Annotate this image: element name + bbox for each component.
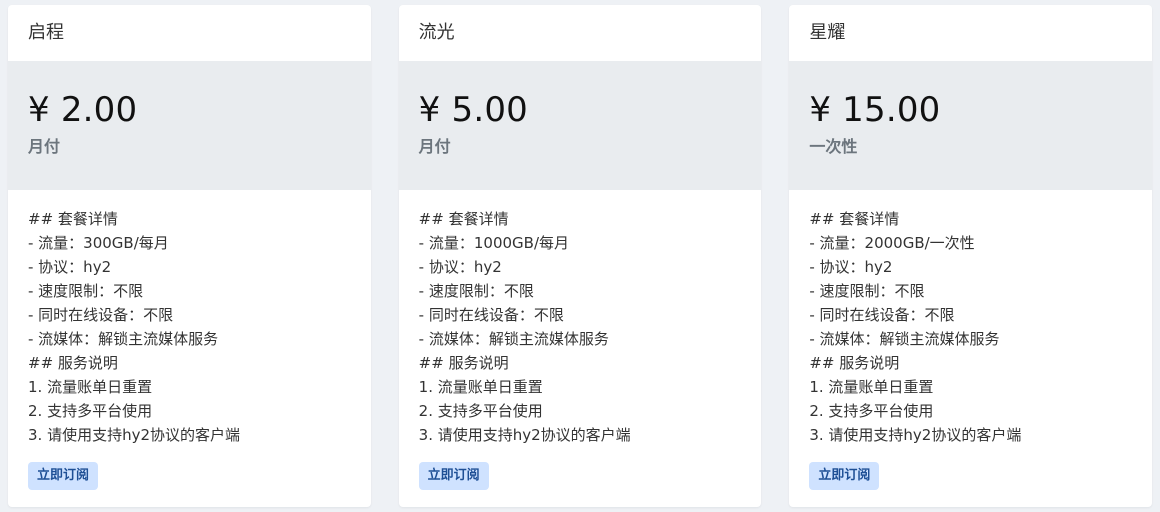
plan-price: ¥ 15.00	[809, 90, 941, 130]
service-heading: ## 服务说明	[809, 354, 900, 372]
billing-period: 月付	[28, 137, 61, 156]
detail-traffic: - 流量：1000GB/每月	[418, 234, 569, 252]
detail-speed-limit: - 速度限制：不限	[28, 282, 144, 300]
service-note-client: 3. 请使用支持hy2协议的客户端	[28, 426, 241, 444]
price-block: ¥ 15.00 一次性	[789, 61, 1153, 190]
service-note-platforms: 2. 支持多平台使用	[418, 402, 543, 420]
subscribe-button[interactable]: 立即订阅	[28, 462, 99, 490]
subscribe-button[interactable]: 立即订阅	[418, 462, 489, 490]
plan-title: 流光	[418, 22, 455, 43]
plan-details: ## 套餐详情 - 流量：300GB/每月 - 协议：hy2 - 速度限制：不限…	[8, 190, 371, 448]
subscribe-button[interactable]: 立即订阅	[809, 462, 880, 490]
detail-streaming: - 流媒体：解锁主流媒体服务	[809, 330, 1000, 348]
plan-card-xingyao: 星耀 ¥ 15.00 一次性 ## 套餐详情 - 流量：2000GB/一次性 -…	[789, 5, 1153, 507]
service-note-client: 3. 请使用支持hy2协议的客户端	[809, 426, 1022, 444]
details-heading: ## 套餐详情	[809, 210, 900, 228]
plan-card-qicheng: 启程 ¥ 2.00 月付 ## 套餐详情 - 流量：300GB/每月 - 协议：…	[8, 5, 371, 507]
detail-speed-limit: - 速度限制：不限	[418, 282, 534, 300]
detail-streaming: - 流媒体：解锁主流媒体服务	[418, 330, 609, 348]
plan-title: 星耀	[809, 22, 846, 43]
service-note-reset: 1. 流量账单日重置	[418, 378, 543, 396]
service-note-platforms: 2. 支持多平台使用	[809, 402, 934, 420]
detail-traffic: - 流量：300GB/每月	[28, 234, 169, 252]
plan-card-liuguang: 流光 ¥ 5.00 月付 ## 套餐详情 - 流量：1000GB/每月 - 协议…	[398, 5, 762, 507]
detail-devices: - 同时在线设备：不限	[418, 306, 564, 324]
plan-details: ## 套餐详情 - 流量：2000GB/一次性 - 协议：hy2 - 速度限制：…	[789, 190, 1152, 448]
billing-period: 一次性	[809, 137, 858, 156]
service-heading: ## 服务说明	[418, 354, 509, 372]
detail-devices: - 同时在线设备：不限	[809, 306, 955, 324]
plan-price: ¥ 2.00	[28, 90, 138, 130]
detail-protocol: - 协议：hy2	[809, 258, 893, 276]
detail-traffic: - 流量：2000GB/一次性	[809, 234, 975, 252]
service-note-client: 3. 请使用支持hy2协议的客户端	[418, 426, 631, 444]
service-note-platforms: 2. 支持多平台使用	[28, 402, 153, 420]
price-block: ¥ 5.00 月付	[398, 61, 762, 190]
plan-price: ¥ 5.00	[418, 90, 529, 130]
detail-protocol: - 协议：hy2	[418, 258, 502, 276]
detail-speed-limit: - 速度限制：不限	[809, 282, 925, 300]
plan-details: ## 套餐详情 - 流量：1000GB/每月 - 协议：hy2 - 速度限制：不…	[399, 190, 762, 448]
service-note-reset: 1. 流量账单日重置	[809, 378, 934, 396]
plan-card-list: 启程 ¥ 2.00 月付 ## 套餐详情 - 流量：300GB/每月 - 协议：…	[8, 5, 1153, 507]
detail-protocol: - 协议：hy2	[28, 258, 112, 276]
details-heading: ## 套餐详情	[418, 210, 509, 228]
service-heading: ## 服务说明	[28, 354, 118, 372]
billing-period: 月付	[418, 137, 451, 156]
plan-title: 启程	[28, 22, 64, 43]
detail-devices: - 同时在线设备：不限	[28, 306, 174, 324]
service-note-reset: 1. 流量账单日重置	[28, 378, 153, 396]
price-block: ¥ 2.00 月付	[8, 61, 371, 190]
detail-streaming: - 流媒体：解锁主流媒体服务	[28, 330, 219, 348]
details-heading: ## 套餐详情	[28, 210, 118, 228]
